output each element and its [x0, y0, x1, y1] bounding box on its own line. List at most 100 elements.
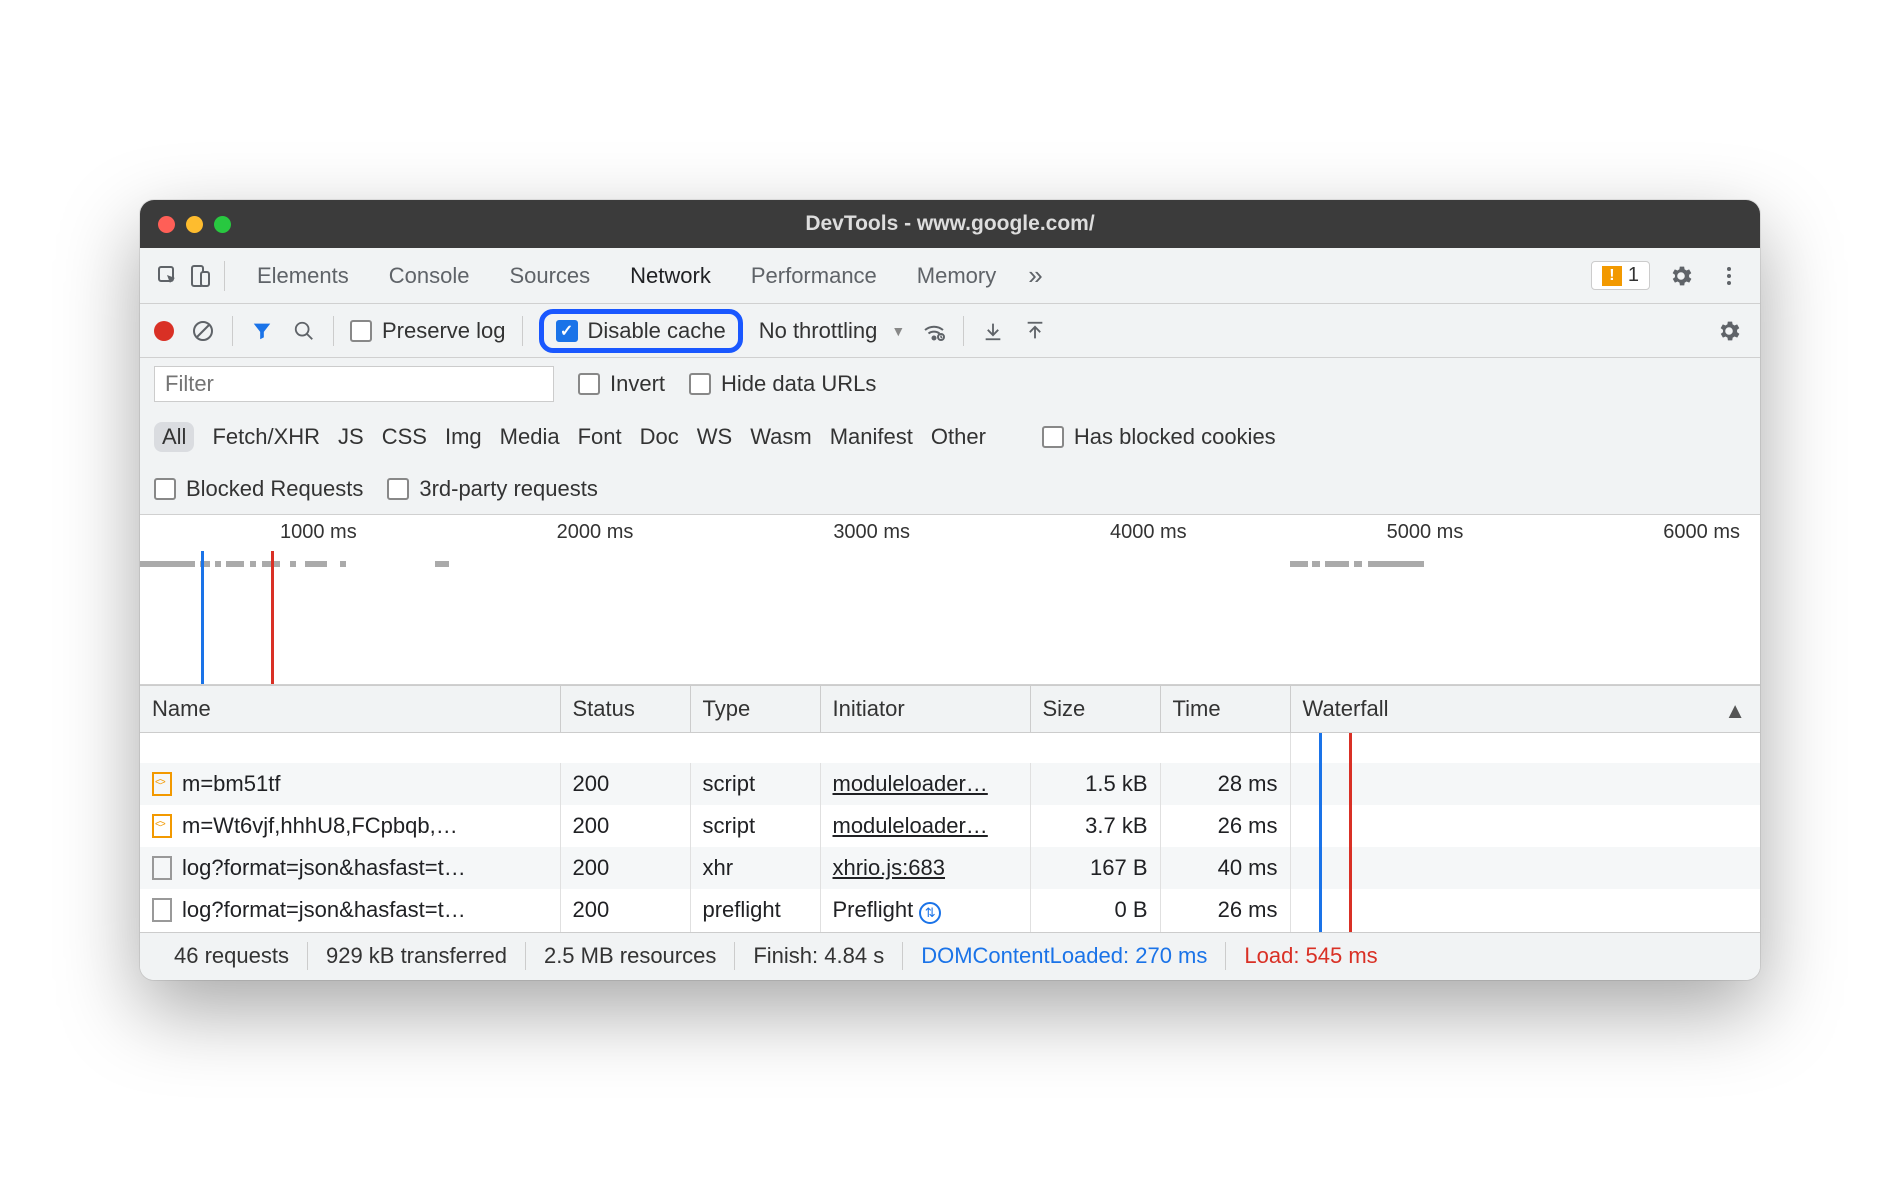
minimize-window-button[interactable] — [186, 216, 203, 233]
import-har-icon[interactable] — [980, 318, 1006, 344]
tab-sources[interactable]: Sources — [491, 248, 608, 304]
request-initiator: moduleloader… — [820, 763, 1030, 805]
filter-type-media[interactable]: Media — [500, 424, 560, 450]
request-status: 200 — [560, 763, 690, 805]
table-row[interactable]: m=bm51tf200scriptmoduleloader…1.5 kB28 m… — [140, 763, 1760, 805]
warnings-badge[interactable]: ! 1 — [1591, 261, 1650, 290]
request-name: m=Wt6vjf,hhhU8,FCpbqb,… — [182, 813, 458, 839]
status-dcl: DOMContentLoaded: 270 ms — [903, 943, 1225, 969]
request-size: 1.5 kB — [1030, 763, 1160, 805]
has-blocked-cookies-checkbox[interactable]: Has blocked cookies — [1042, 424, 1276, 450]
timeline-overview[interactable]: 1000 ms 2000 ms 3000 ms 4000 ms 5000 ms … — [140, 515, 1760, 685]
filter-type-manifest[interactable]: Manifest — [830, 424, 913, 450]
timeline-tick: 3000 ms — [833, 521, 910, 544]
network-conditions-icon[interactable] — [921, 318, 947, 344]
filter-type-wasm[interactable]: Wasm — [750, 424, 812, 450]
hide-data-urls-checkbox[interactable]: Hide data URLs — [689, 371, 876, 397]
requests-table: Name Status Type Initiator Size Time Wat… — [140, 685, 1760, 932]
settings-icon[interactable] — [1664, 259, 1698, 293]
record-button[interactable] — [154, 321, 174, 341]
tabs-overflow-button[interactable]: » — [1018, 248, 1052, 304]
header-type[interactable]: Type — [690, 686, 820, 733]
waterfall-cell — [1290, 847, 1760, 889]
header-status[interactable]: Status — [560, 686, 690, 733]
table-row[interactable]: m=Wt6vjf,hhhU8,FCpbqb,…200scriptmodulelo… — [140, 805, 1760, 847]
request-type: script — [690, 805, 820, 847]
tab-memory[interactable]: Memory — [899, 248, 1014, 304]
filter-type-doc[interactable]: Doc — [640, 424, 679, 450]
filter-type-js[interactable]: JS — [338, 424, 364, 450]
file-icon — [152, 772, 172, 796]
filter-type-font[interactable]: Font — [578, 424, 622, 450]
network-settings-icon[interactable] — [1712, 314, 1746, 348]
initiator-link[interactable]: moduleloader… — [833, 771, 988, 796]
request-size: 0 B — [1030, 889, 1160, 932]
request-type: preflight — [690, 889, 820, 932]
more-options-icon[interactable] — [1712, 259, 1746, 293]
timeline-tick: 4000 ms — [1110, 521, 1187, 544]
header-initiator[interactable]: Initiator — [820, 686, 1030, 733]
request-size: 167 B — [1030, 847, 1160, 889]
header-waterfall[interactable]: Waterfall▲ — [1290, 686, 1760, 733]
dropdown-arrow-icon: ▼ — [891, 323, 905, 339]
timeline-tick: 2000 ms — [557, 521, 634, 544]
blocked-requests-checkbox[interactable]: Blocked Requests — [154, 476, 363, 502]
file-icon — [152, 856, 172, 880]
table-row[interactable]: log?format=json&hasfast=t…200preflightPr… — [140, 889, 1760, 932]
third-party-requests-checkbox[interactable]: 3rd-party requests — [387, 476, 598, 502]
request-name: log?format=json&hasfast=t… — [182, 897, 466, 923]
tab-console[interactable]: Console — [371, 248, 488, 304]
filter-type-all[interactable]: All — [154, 422, 194, 452]
warnings-count: 1 — [1628, 264, 1639, 287]
throttling-select[interactable]: No throttling ▼ — [759, 318, 905, 344]
filter-toggle-icon[interactable] — [249, 318, 275, 344]
filter-type-css[interactable]: CSS — [382, 424, 427, 450]
devtools-window: DevTools - www.google.com/ Elements Cons… — [140, 200, 1760, 980]
close-window-button[interactable] — [158, 216, 175, 233]
status-load: Load: 545 ms — [1226, 943, 1395, 969]
request-time: 26 ms — [1160, 805, 1290, 847]
filter-type-fetch-xhr[interactable]: Fetch/XHR — [212, 424, 320, 450]
request-status: 200 — [560, 847, 690, 889]
export-har-icon[interactable] — [1022, 318, 1048, 344]
filter-type-other[interactable]: Other — [931, 424, 986, 450]
request-type: xhr — [690, 847, 820, 889]
header-name[interactable]: Name — [140, 686, 560, 733]
device-toolbar-icon[interactable] — [186, 262, 214, 290]
inspect-element-icon[interactable] — [154, 262, 182, 290]
waterfall-cell — [1290, 763, 1760, 805]
table-row[interactable]: log?format=json&hasfast=t… 200xhr xhrio.js… — [140, 847, 1760, 889]
tab-network[interactable]: Network — [612, 248, 729, 304]
invert-checkbox[interactable]: Invert — [578, 371, 665, 397]
search-icon[interactable] — [291, 318, 317, 344]
status-bar: 46 requests 929 kB transferred 2.5 MB re… — [140, 932, 1760, 980]
timeline-tick: 6000 ms — [1663, 521, 1740, 544]
request-name: log?format=json&hasfast=t… — [182, 855, 466, 881]
clear-icon[interactable] — [190, 318, 216, 344]
maximize-window-button[interactable] — [214, 216, 231, 233]
request-name: m=bm51tf — [182, 771, 280, 797]
disable-cache-highlight: ✓ Disable cache — [539, 309, 743, 353]
titlebar: DevTools - www.google.com/ — [140, 200, 1760, 248]
tab-elements[interactable]: Elements — [239, 248, 367, 304]
filter-input[interactable] — [154, 366, 554, 402]
timeline-marks — [140, 561, 1760, 575]
disable-cache-checkbox[interactable]: ✓ Disable cache — [556, 318, 726, 344]
tab-performance[interactable]: Performance — [733, 248, 895, 304]
preflight-icon: ⇅ — [919, 902, 941, 924]
disable-cache-label: Disable cache — [588, 318, 726, 344]
status-requests: 46 requests — [156, 943, 307, 969]
preserve-log-checkbox[interactable]: Preserve log — [350, 318, 506, 344]
panel-tabs: Elements Console Sources Network Perform… — [140, 248, 1760, 304]
filter-type-ws[interactable]: WS — [697, 424, 732, 450]
filter-type-img[interactable]: Img — [445, 424, 482, 450]
preserve-log-label: Preserve log — [382, 318, 506, 344]
timeline-dcl-marker — [201, 551, 204, 684]
header-time[interactable]: Time — [1160, 686, 1290, 733]
status-resources: 2.5 MB resources — [526, 943, 734, 969]
header-size[interactable]: Size — [1030, 686, 1160, 733]
initiator-link[interactable]: moduleloader… — [833, 813, 988, 838]
throttling-label: No throttling — [759, 318, 878, 344]
request-time: 40 ms — [1160, 847, 1290, 889]
initiator-link[interactable]: xhrio.js:683 — [833, 855, 946, 880]
